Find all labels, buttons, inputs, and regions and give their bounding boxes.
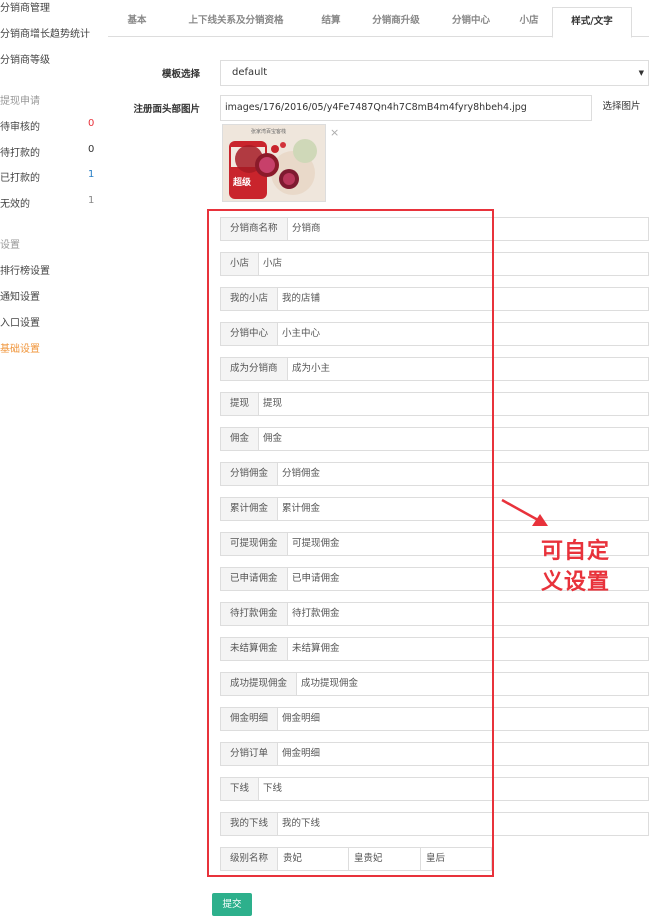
header-image-field: images/176/2016/05/y4Fe7487Qn4h7C8mB4m4f… [220,95,649,121]
sidebar-item-distributor-level[interactable]: 分销商等级 [0,51,50,66]
choose-image-button[interactable]: 选择图片 [591,95,649,121]
chevron-down-icon: ▼ [638,69,644,77]
tab-settlement[interactable]: 结算 [306,7,356,35]
sidebar-group-withdraw: 提现申请 [0,96,40,107]
invalid-count: 1 [88,195,95,206]
pending-payment-count: 0 [88,144,95,155]
tab-shop[interactable]: 小店 [506,7,552,35]
sidebar-item-notify-settings[interactable]: 通知设置 [0,288,40,303]
tab-bar: 基本 上下线关系及分销资格 结算 分销商升级 分销中心 小店 样式/文字 [108,0,649,38]
template-select[interactable]: default ▼ [220,60,649,86]
sidebar-item-distributor-manage[interactable]: 分销商管理 [0,0,50,14]
sidebar-item-basic-settings[interactable]: 基础设置 [0,340,40,355]
thumbnail-image [223,125,325,201]
tab-upgrade[interactable]: 分销商升级 [356,7,436,35]
sidebar-item-invalid[interactable]: 无效的 [0,195,30,210]
annotation-text: 可自定 义设置 [541,536,631,598]
tab-center[interactable]: 分销中心 [436,7,506,35]
tab-relations[interactable]: 上下线关系及分销资格 [166,7,306,35]
template-label: 模板选择 [161,69,200,80]
sidebar-item-growth-trend[interactable]: 分销商增长趋势统计 [0,25,90,40]
annotation-line-2: 义设置 [541,570,611,595]
sidebar-item-pending-payment[interactable]: 待打款的 [0,144,40,159]
header-image-thumbnail: 张家湾百宝客栈 超级 [222,124,326,202]
sidebar-item-ranking-settings[interactable]: 排行榜设置 [0,262,50,277]
annotation-line-1: 可自定 [541,539,611,564]
highlight-box [207,209,494,877]
arrow-icon [501,498,548,526]
close-icon[interactable]: × [330,126,339,139]
sidebar-item-entry-settings[interactable]: 入口设置 [0,314,40,329]
sidebar-item-paid[interactable]: 已打款的 [0,169,40,184]
thumbnail-tag: 超级 [233,178,252,188]
pending-review-count: 0 [88,118,95,129]
sidebar-group-settings: 设置 [0,240,20,251]
template-select-value: default [232,67,268,78]
tab-basic[interactable]: 基本 [108,7,166,35]
tab-style-text[interactable]: 样式/文字 [552,7,632,38]
thumbnail-caption: 张家湾百宝客栈 [251,129,287,135]
header-image-label: 注册面头部图片 [133,104,200,115]
paid-count: 1 [88,169,95,180]
submit-button[interactable]: 提交 [212,893,252,916]
sidebar-item-pending-review[interactable]: 待审核的 [0,118,40,133]
header-image-path[interactable]: images/176/2016/05/y4Fe7487Qn4h7C8mB4m4f… [225,96,527,120]
